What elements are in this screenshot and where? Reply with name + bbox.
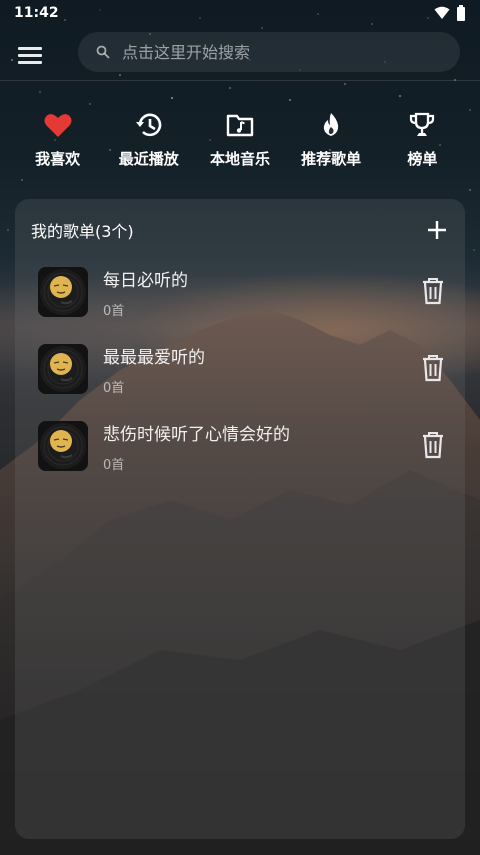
trophy-icon <box>410 112 435 136</box>
status-icons <box>434 5 466 21</box>
menu-icon-line <box>18 53 42 57</box>
delete-icon[interactable] <box>421 431 445 459</box>
quicknav-label: 推荐歌单 <box>301 150 362 168</box>
playlist-cover <box>38 267 88 317</box>
playlist-song-count: 0首 <box>103 458 125 473</box>
delete-icon[interactable] <box>421 277 445 305</box>
search-input[interactable] <box>120 41 424 63</box>
status-time: 11:42 <box>14 5 59 21</box>
quicknav-favorites[interactable]: 我喜欢 <box>14 110 102 174</box>
playlist-section-title: 我的歌单(3个) <box>31 222 134 241</box>
quicknav-label: 榜单 <box>407 150 438 168</box>
add-playlist-icon[interactable] <box>425 218 449 242</box>
history-icon <box>135 113 162 137</box>
playlist-item[interactable]: 最最最爱听的 0首 <box>15 338 465 415</box>
app-root: 11:42 点击这里开始搜索 我喜欢 最近播放 本地音乐 推荐歌单 榜单 我的歌… <box>0 0 480 855</box>
top-bar <box>0 30 480 81</box>
quicknav-label: 本地音乐 <box>209 150 270 168</box>
quick-nav: 我喜欢 最近播放 本地音乐 推荐歌单 榜单 <box>0 110 480 174</box>
playlist-header: 我的歌单(3个) <box>31 217 449 243</box>
menu-button[interactable] <box>18 40 50 70</box>
search-bar[interactable] <box>78 32 460 72</box>
delete-icon[interactable] <box>421 354 445 382</box>
playlist-name: 最最最爱听的 <box>103 348 205 368</box>
menu-icon-line <box>18 46 42 50</box>
search-icon <box>96 45 110 59</box>
quicknav-recent[interactable]: 最近播放 <box>105 110 193 174</box>
playlist-cover <box>38 421 88 471</box>
quicknav-charts[interactable]: 榜单 <box>378 110 466 174</box>
quicknav-recommend[interactable]: 推荐歌单 <box>287 110 375 174</box>
fire-icon <box>324 113 339 136</box>
playlist-cover <box>38 344 88 394</box>
vinyl-record-icon <box>38 344 88 394</box>
playlist-name: 每日必听的 <box>103 271 188 291</box>
quicknav-label: 我喜欢 <box>35 150 81 168</box>
quicknav-label: 最近播放 <box>118 150 179 168</box>
playlist-item[interactable]: 每日必听的 0首 <box>15 261 465 338</box>
vinyl-record-icon <box>38 267 88 317</box>
menu-icon-line <box>18 60 42 64</box>
wifi-icon <box>434 6 450 19</box>
battery-icon <box>457 5 465 21</box>
music-folder-icon <box>226 114 254 137</box>
status-bar: 11:42 <box>0 0 480 26</box>
playlist-name: 悲伤时候听了心情会好的 <box>103 425 290 445</box>
quicknav-local[interactable]: 本地音乐 <box>196 110 284 174</box>
vinyl-record-icon <box>38 421 88 471</box>
playlist-item[interactable]: 悲伤时候听了心情会好的 0首 <box>15 415 465 492</box>
playlist-list: 每日必听的 0首 最最最爱听的 0首 悲伤时候听了心情会好的 0首 <box>15 261 465 492</box>
playlist-song-count: 0首 <box>103 304 125 319</box>
heart-icon <box>44 114 72 137</box>
playlist-song-count: 0首 <box>103 381 125 396</box>
playlist-card: 我的歌单(3个) 每日必听的 0首 最最最爱听的 0首 悲伤时候听了心情会好的 … <box>15 199 465 839</box>
